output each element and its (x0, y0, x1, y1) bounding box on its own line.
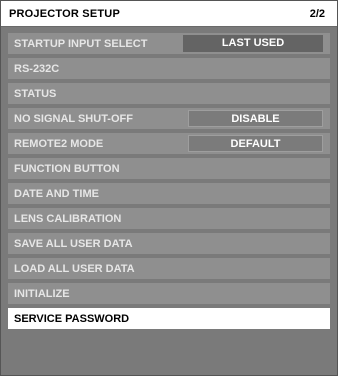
menu-item-initialize[interactable]: INITIALIZE (8, 283, 330, 304)
menu-item-no-signal-shut-off[interactable]: NO SIGNAL SHUT-OFF DISABLE (8, 108, 330, 129)
menu-list: STARTUP INPUT SELECT LAST USED RS-232C S… (8, 33, 330, 333)
menu-item-label: INITIALIZE (14, 288, 70, 300)
menu-item-lens-calibration[interactable]: LENS CALIBRATION (8, 208, 330, 229)
value-text: DEFAULT (230, 138, 281, 150)
startup-input-select-value[interactable]: LAST USED (183, 35, 323, 52)
menu-item-label: LENS CALIBRATION (14, 213, 122, 225)
remote2-mode-value[interactable]: DEFAULT (188, 135, 323, 152)
menu-item-label: FUNCTION BUTTON (14, 163, 120, 175)
value-text: LAST USED (221, 37, 285, 49)
menu-item-rs-232c[interactable]: RS-232C (8, 58, 330, 79)
page-indicator: 2/2 (309, 8, 325, 20)
menu-item-date-and-time[interactable]: DATE AND TIME (8, 183, 330, 204)
menu-item-label: STATUS (14, 88, 57, 100)
menu-item-label: LOAD ALL USER DATA (14, 263, 135, 275)
menu-item-service-password[interactable]: SERVICE PASSWORD (8, 308, 330, 329)
menu-item-label: REMOTE2 MODE (14, 138, 104, 150)
menu-item-load-all-user-data[interactable]: LOAD ALL USER DATA (8, 258, 330, 279)
menu-item-remote2-mode[interactable]: REMOTE2 MODE DEFAULT (8, 133, 330, 154)
menu-item-label: RS-232C (14, 63, 60, 75)
menu-header: PROJECTOR SETUP 2/2 (1, 1, 337, 27)
menu-item-label: STARTUP INPUT SELECT (14, 38, 148, 50)
menu-item-function-button[interactable]: FUNCTION BUTTON (8, 158, 330, 179)
menu-item-label: DATE AND TIME (14, 188, 99, 200)
projector-setup-menu-panel: PROJECTOR SETUP 2/2 STARTUP INPUT SELECT… (0, 0, 338, 376)
menu-item-label: SERVICE PASSWORD (14, 313, 130, 325)
menu-item-label: SAVE ALL USER DATA (14, 238, 133, 250)
menu-item-save-all-user-data[interactable]: SAVE ALL USER DATA (8, 233, 330, 254)
menu-title: PROJECTOR SETUP (9, 8, 120, 20)
value-text: DISABLE (231, 113, 280, 125)
no-signal-shut-off-value[interactable]: DISABLE (188, 110, 323, 127)
menu-item-startup-input-select[interactable]: STARTUP INPUT SELECT LAST USED (8, 33, 330, 54)
menu-item-status[interactable]: STATUS (8, 83, 330, 104)
menu-item-label: NO SIGNAL SHUT-OFF (14, 113, 133, 125)
